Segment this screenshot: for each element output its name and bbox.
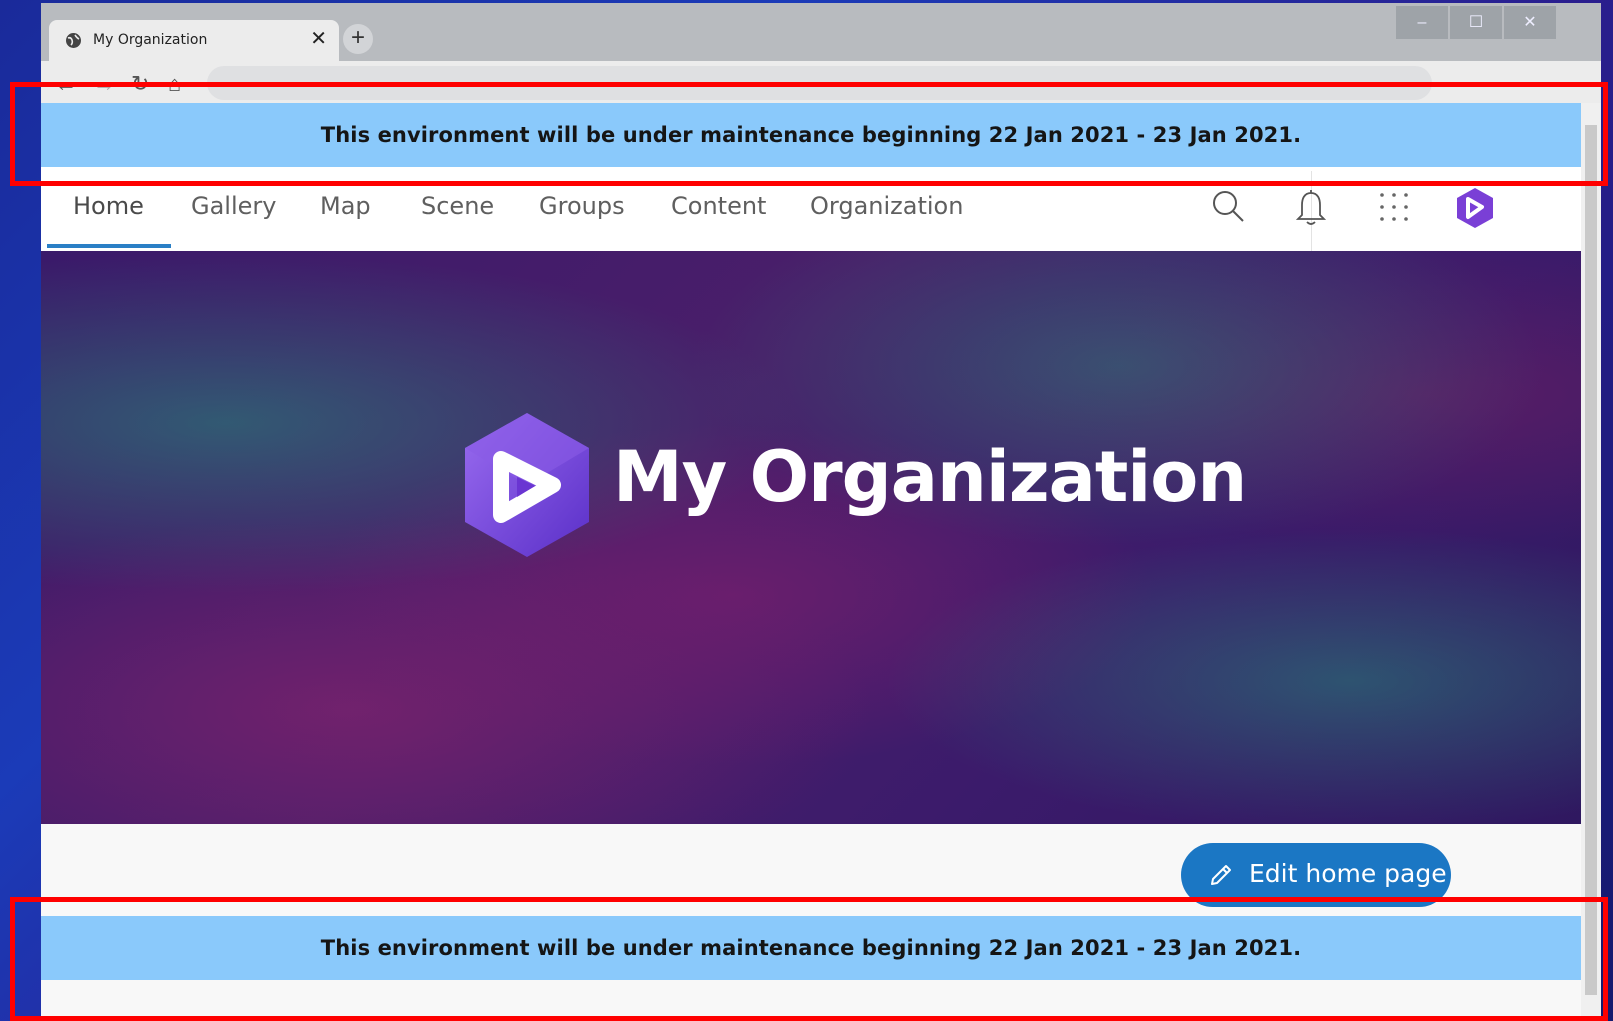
nav-organization[interactable]: Organization (810, 192, 963, 220)
tab-strip: My Organization ✕ + – ☐ ✕ (41, 3, 1601, 61)
pencil-icon (1211, 865, 1231, 885)
page-scrollbar[interactable] (1581, 103, 1601, 1021)
maximize-button[interactable]: ☐ (1450, 6, 1502, 39)
close-window-button[interactable]: ✕ (1504, 6, 1556, 39)
nav-content[interactable]: Content (671, 192, 766, 220)
tab-title: My Organization (93, 32, 208, 48)
active-tab-indicator (47, 244, 171, 248)
page-content: This environment will be under maintenan… (41, 103, 1581, 1021)
edit-home-page-label: Edit home page (1249, 859, 1447, 888)
tab-close-icon[interactable]: ✕ (310, 29, 327, 49)
globe-icon (66, 33, 81, 48)
nav-home[interactable]: Home (73, 192, 144, 220)
nav-groups[interactable]: Groups (539, 192, 625, 220)
organization-logo (465, 413, 589, 557)
notification-bell-icon[interactable] (1296, 189, 1326, 227)
browser-tab[interactable]: My Organization ✕ (49, 20, 339, 61)
search-icon[interactable] (1211, 189, 1245, 223)
app-launcher-icon[interactable] (1378, 191, 1410, 223)
highlight-box-bottom (10, 897, 1608, 1021)
nav-gallery[interactable]: Gallery (191, 192, 276, 220)
new-tab-button[interactable]: + (343, 24, 373, 54)
highlight-box-top (10, 82, 1608, 186)
hero-banner: My Organization (41, 251, 1581, 824)
user-avatar-icon[interactable] (1455, 187, 1495, 229)
scrollbar-thumb[interactable] (1585, 125, 1597, 995)
nav-map[interactable]: Map (320, 192, 371, 220)
nav-scene[interactable]: Scene (421, 192, 494, 220)
minimize-button[interactable]: – (1396, 6, 1448, 39)
hero-title: My Organization (613, 436, 1247, 518)
